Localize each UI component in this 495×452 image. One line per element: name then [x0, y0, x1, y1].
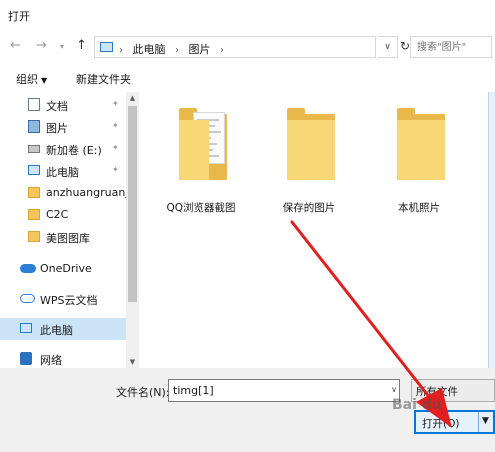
title-bar: 打开: [0, 0, 495, 30]
network-icon: [20, 352, 32, 365]
computer-icon: [100, 42, 113, 52]
folder-icon: [287, 108, 335, 180]
nav-item-label: 此电脑: [40, 324, 73, 337]
forward-arrow-icon[interactable]: →: [36, 38, 47, 53]
breadcrumb-item-pictures[interactable]: 图片: [189, 43, 211, 56]
address-row: ← → ▾ ↑ › 此电脑 › 图片 › ∨ ↻: [0, 30, 495, 62]
nav-item-label: OneDrive: [40, 262, 92, 275]
dropdown-triangle-icon[interactable]: ▼: [482, 416, 489, 426]
folder-item-qq-browser-screenshots[interactable]: QQ浏览器截图: [161, 100, 241, 214]
nav-item-documents[interactable]: 文档 ✦: [0, 94, 126, 116]
file-list: QQ浏览器截图 保存的图片 本机照片: [141, 92, 487, 368]
split-divider: [478, 412, 479, 432]
back-arrow-icon[interactable]: ←: [10, 38, 21, 53]
caret-down-icon: ▼: [41, 76, 48, 85]
new-folder-button[interactable]: 新建文件夹: [76, 71, 131, 87]
chevron-right-icon[interactable]: ›: [175, 45, 179, 56]
scrollbar-thumb[interactable]: [128, 106, 137, 302]
filename-label: 文件名(N):: [116, 386, 170, 399]
document-icon: [28, 98, 40, 111]
pin-icon: ✦: [112, 143, 119, 152]
chevron-right-icon[interactable]: ›: [220, 45, 224, 56]
chevron-right-icon: ›: [119, 45, 123, 56]
nav-item-onedrive[interactable]: OneDrive: [0, 258, 126, 280]
nav-item-wps-cloud[interactable]: WPS云文档: [0, 288, 126, 310]
pictures-icon: [28, 120, 40, 133]
folder-icon: [179, 108, 227, 180]
chevron-down-icon: ∨: [384, 42, 391, 52]
drive-icon: [28, 145, 40, 153]
folder-icon: [28, 231, 40, 242]
open-button[interactable]: 打开(O) ▼: [414, 410, 495, 434]
onedrive-icon: [20, 264, 36, 273]
scroll-up-icon[interactable]: ▲: [126, 94, 139, 102]
navigation-scrollbar[interactable]: ▲ ▼: [126, 92, 139, 368]
window-title: 打开: [8, 10, 30, 23]
nav-item-label: anzhuangruanj: [46, 186, 129, 199]
nav-item-label: 网络: [40, 354, 62, 367]
folder-name: 本机照片: [398, 202, 440, 214]
nav-item-this-pc-quick[interactable]: 此电脑 ✦: [0, 160, 126, 182]
dialog-footer: 文件名(N): ∨ 所有文件 打开(O) ▼: [0, 368, 495, 452]
nav-item-c2c[interactable]: C2C: [0, 204, 126, 226]
folder-icon: [28, 209, 40, 220]
folder-item-saved-pictures[interactable]: 保存的图片: [269, 100, 349, 214]
computer-icon: [20, 323, 32, 333]
scroll-down-icon[interactable]: ▼: [126, 358, 139, 366]
folder-icon: [397, 108, 445, 180]
nav-item-label: 此电脑: [46, 166, 79, 179]
nav-item-label: 美图图库: [46, 232, 90, 245]
address-bar[interactable]: › 此电脑 › 图片 ›: [94, 36, 376, 58]
breadcrumb: › 此电脑 › 图片 ›: [119, 41, 230, 57]
nav-item-label: WPS云文档: [40, 294, 98, 307]
recent-locations-chevron-icon[interactable]: ▾: [60, 42, 64, 51]
nav-item-label: 图片: [46, 122, 68, 135]
filetype-value: 所有文件: [416, 386, 458, 398]
nav-item-network[interactable]: 网络: [0, 348, 126, 368]
nav-item-label: 文档: [46, 100, 68, 113]
pin-icon: ✦: [112, 99, 119, 108]
folder-item-camera-roll[interactable]: 本机照片: [379, 100, 459, 214]
nav-item-label: 新加卷 (E:): [46, 144, 102, 157]
breadcrumb-item-computer[interactable]: 此电脑: [133, 43, 166, 56]
refresh-icon: ↻: [399, 39, 411, 53]
nav-item-pictures[interactable]: 图片 ✦: [0, 116, 126, 138]
filetype-select[interactable]: 所有文件: [411, 379, 495, 402]
pin-icon: ✦: [112, 121, 119, 130]
search-input[interactable]: [411, 37, 491, 57]
nav-item-label: C2C: [46, 208, 69, 221]
command-bar: 组织 ▼ 新建文件夹: [0, 66, 495, 90]
details-pane-edge: [488, 92, 495, 368]
navigation-pane: 文档 ✦ 图片 ✦ 新加卷 (E:) ✦ 此电脑 ✦ anzhuangruanj…: [0, 92, 140, 368]
filename-combobox[interactable]: ∨: [168, 379, 400, 402]
nav-item-drive-e[interactable]: 新加卷 (E:) ✦: [0, 138, 126, 160]
organize-label: 组织: [16, 73, 38, 86]
wps-cloud-icon: [20, 294, 35, 303]
chevron-down-icon[interactable]: ∨: [391, 385, 397, 394]
search-box[interactable]: [410, 36, 492, 58]
computer-icon: [28, 165, 40, 175]
folder-name: 保存的图片: [282, 202, 336, 214]
up-arrow-icon[interactable]: ↑: [76, 38, 87, 53]
folder-name: QQ浏览器截图: [166, 202, 236, 214]
open-button-label: 打开(O): [422, 418, 460, 430]
folder-icon: [28, 187, 40, 198]
nav-item-this-pc[interactable]: 此电脑: [0, 318, 126, 340]
nav-item-anzhuangruanj[interactable]: anzhuangruanj: [0, 182, 129, 204]
filename-input[interactable]: [169, 380, 379, 401]
pin-icon: ✦: [112, 165, 119, 174]
organize-button[interactable]: 组织 ▼: [16, 71, 47, 87]
address-history-dropdown[interactable]: ∨: [378, 36, 398, 58]
nav-item-meitu-gallery[interactable]: 美图图库: [0, 226, 126, 248]
